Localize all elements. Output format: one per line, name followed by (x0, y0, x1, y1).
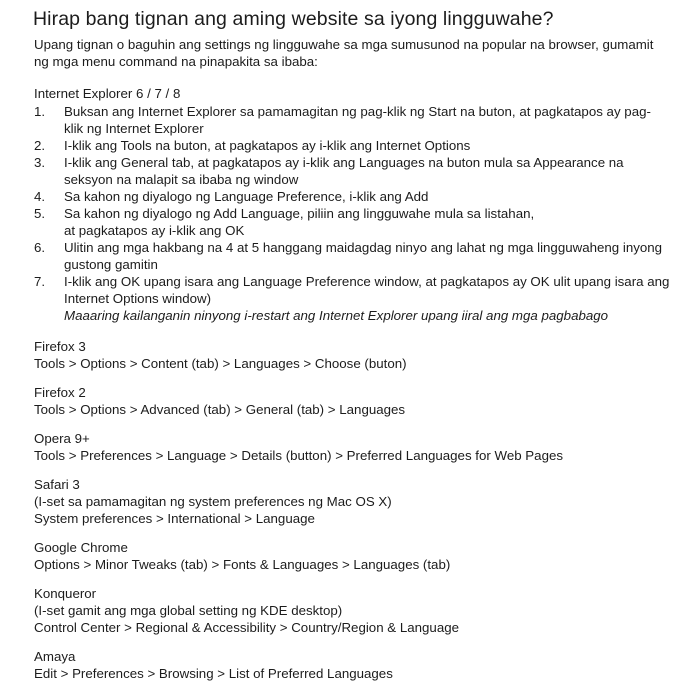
browser-block-firefox-3: Firefox 3 Tools > Options > Content (tab… (0, 338, 700, 372)
browser-menu-path: Control Center > Regional & Accessibilit… (34, 620, 460, 635)
step-number: 6. (34, 240, 46, 255)
step-number: 3. (34, 155, 46, 170)
browser-menu-path: Edit > Preferences > Browsing > List of … (34, 666, 393, 681)
browser-block-google-chrome: Google Chrome Options > Minor Tweaks (ta… (0, 539, 700, 573)
step-number: 7. (34, 274, 46, 289)
browser-note: (I-set sa pamamagitan ng system preferen… (34, 494, 392, 509)
step-text-line2: at pagkatapos ay i-klik ang OK (64, 223, 245, 238)
help-page: Hirap bang tignan ang aming website sa i… (0, 0, 700, 681)
step-item: 4. Sa kahon ng diyalogo ng Language Pref… (0, 188, 700, 205)
browser-menu-path: Tools > Options > Advanced (tab) > Gener… (34, 402, 406, 417)
step-text: I-klik ang General tab, at pagkatapos ay… (64, 155, 624, 187)
step-number: 1. (34, 104, 46, 119)
browser-block-amaya: Amaya Edit > Preferences > Browsing > Li… (0, 648, 700, 682)
step-item: 5. Sa kahon ng diyalogo ng Add Language,… (0, 205, 700, 239)
step-text: I-klik ang Tools na buton, at pagkatapos… (64, 138, 471, 153)
browser-note: (I-set gamit ang mga global setting ng K… (34, 603, 343, 618)
step-text: Ulitin ang mga hakbang na 4 at 5 hanggan… (64, 240, 663, 272)
page-title: Hirap bang tignan ang aming website sa i… (33, 8, 554, 30)
intro-paragraph: Upang tignan o baguhin ang settings ng l… (34, 37, 654, 69)
step-text: Sa kahon ng diyalogo ng Language Prefere… (64, 189, 429, 204)
browser-name: Konqueror (34, 586, 97, 601)
browser-block-firefox-2: Firefox 2 Tools > Options > Advanced (ta… (0, 384, 700, 418)
browser-name: Google Chrome (34, 540, 128, 555)
step-item: 7. I-klik ang OK upang isara ang Languag… (0, 273, 700, 324)
internet-explorer-heading: Internet Explorer 6 / 7 / 8 (34, 86, 181, 101)
browser-menu-path: Options > Minor Tweaks (tab) > Fonts & L… (34, 557, 451, 572)
step-item: 3. I-klik ang General tab, at pagkatapos… (0, 154, 700, 188)
browser-menu-path: Tools > Preferences > Language > Details… (34, 448, 564, 463)
browser-menu-path: System preferences > International > Lan… (34, 511, 315, 526)
browser-name: Safari 3 (34, 477, 80, 492)
browser-menu-path: Tools > Options > Content (tab) > Langua… (34, 356, 407, 371)
step-number: 4. (34, 189, 46, 204)
step-text: Sa kahon ng diyalogo ng Add Language, pi… (64, 206, 535, 221)
browser-name: Amaya (34, 649, 76, 664)
step-item: 6. Ulitin ang mga hakbang na 4 at 5 hang… (0, 239, 700, 273)
browser-name: Firefox 3 (34, 339, 86, 354)
step-text: I-klik ang OK upang isara ang Language P… (64, 274, 670, 306)
internet-explorer-steps: 1. Buksan ang Internet Explorer sa pamam… (0, 103, 700, 324)
step-text: Buksan ang Internet Explorer sa pamamagi… (64, 104, 651, 136)
step-item: 1. Buksan ang Internet Explorer sa pamam… (0, 103, 700, 137)
step-restart-note: Maaaring kailanganin ninyong i-restart a… (64, 308, 609, 323)
browser-name: Firefox 2 (34, 385, 86, 400)
browser-block-konqueror: Konqueror (I-set gamit ang mga global se… (0, 585, 700, 636)
step-number: 5. (34, 206, 46, 221)
browser-instructions-list: Firefox 3 Tools > Options > Content (tab… (0, 338, 700, 682)
step-item: 2. I-klik ang Tools na buton, at pagkata… (0, 137, 700, 154)
browser-name: Opera 9+ (34, 431, 90, 446)
step-number: 2. (34, 138, 46, 153)
browser-block-safari-3: Safari 3 (I-set sa pamamagitan ng system… (0, 476, 700, 527)
browser-block-opera: Opera 9+ Tools > Preferences > Language … (0, 430, 700, 464)
